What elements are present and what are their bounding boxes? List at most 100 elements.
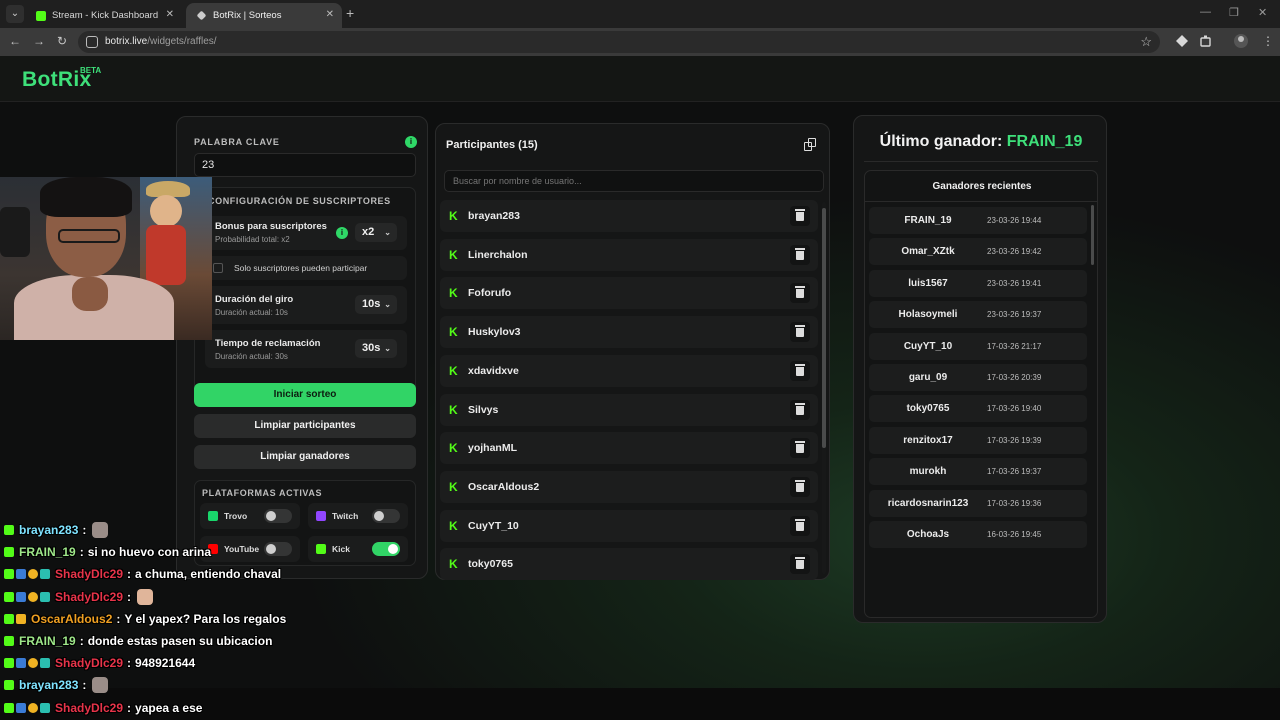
close-tab-icon[interactable]: ✕: [166, 9, 174, 20]
tab-search-button[interactable]: ⌄: [6, 5, 24, 23]
chat-username[interactable]: FRAIN_19: [19, 634, 76, 648]
participant-scrollbar[interactable]: [822, 202, 826, 574]
clear-participants-button[interactable]: Limpiar participantes: [194, 414, 416, 438]
new-tab-icon[interactable]: +: [346, 6, 354, 20]
chat-username[interactable]: ShadyDlc29: [55, 656, 123, 670]
spin-duration-select[interactable]: 10s ⌄: [355, 295, 397, 314]
chat-message: FRAIN_19: si no huevo con arina: [4, 542, 211, 562]
close-tab-icon[interactable]: ✕: [326, 9, 334, 20]
delete-participant-button[interactable]: [790, 515, 810, 536]
winner-date: 23-03-26 19:42: [987, 247, 1042, 257]
bonus-multiplier-select[interactable]: x2 ⌄: [355, 223, 397, 242]
bookmark-star-icon[interactable]: ☆: [1140, 34, 1152, 50]
participant-search-input[interactable]: [444, 170, 824, 192]
winner-date: 17-03-26 19:39: [987, 435, 1042, 445]
youtube-toggle[interactable]: [264, 542, 292, 556]
delete-participant-button[interactable]: [790, 399, 810, 420]
chat-separator: :: [116, 611, 121, 626]
delete-participant-button[interactable]: [790, 476, 810, 497]
chat-username[interactable]: ShadyDlc29: [55, 701, 123, 715]
winner-name: CuyYT_10: [903, 340, 953, 352]
close-window-icon[interactable]: ✕: [1258, 6, 1267, 19]
sub-badge-icon: [28, 702, 38, 713]
twitch-toggle[interactable]: [372, 509, 400, 523]
delete-participant-button[interactable]: [790, 322, 810, 343]
site-info-icon[interactable]: [86, 36, 98, 48]
chevron-down-icon: ⌄: [384, 228, 391, 237]
clear-winners-button[interactable]: Limpiar ganadores: [194, 445, 416, 469]
kick-icon: K: [449, 363, 458, 378]
start-raffle-button[interactable]: Iniciar sorteo: [194, 383, 416, 407]
bonus-multiplier-value: x2: [362, 226, 375, 238]
tab-botrix-sorteos[interactable]: BotRix | Sorteos ✕: [186, 3, 342, 28]
divider: [865, 201, 1097, 202]
winner-date: 17-03-26 20:39: [987, 373, 1042, 382]
bonus-info-icon[interactable]: i: [336, 227, 348, 239]
chat-username[interactable]: OscarAldous2: [31, 612, 112, 626]
streamer-hand-shape: [72, 277, 108, 311]
participant-name: yojhanML: [468, 442, 517, 455]
delete-participant-button[interactable]: [790, 244, 810, 265]
chat-separator: :: [79, 545, 84, 560]
scrollbar-thumb[interactable]: [822, 208, 826, 448]
participant-row: K Foforufo: [440, 277, 818, 310]
spin-duration-subtitle: Duración actual: 10s: [215, 308, 288, 317]
twitch-icon: [316, 511, 326, 521]
winner-name: ricardosnarin123: [887, 497, 969, 509]
chat-username[interactable]: FRAIN_19: [19, 545, 76, 559]
winner-row: toky0765 17-03-26 19:40: [869, 395, 1087, 423]
delete-participant-button[interactable]: [790, 206, 810, 226]
delete-participant-button[interactable]: [790, 360, 810, 381]
trovo-toggle[interactable]: [264, 509, 292, 523]
minimize-icon[interactable]: —: [1200, 6, 1211, 18]
participant-row: Ktoky0765: [440, 548, 818, 581]
kick-icon: K: [449, 441, 458, 456]
participant-list: Kbrayan283 K Linerchalon K Foforufo K Huskylov…: [440, 200, 820, 581]
participant-name: OscarAldous2: [468, 480, 540, 493]
subs-only-checkbox[interactable]: [213, 263, 223, 273]
delete-participant-button[interactable]: [790, 283, 810, 304]
winner-name: Omar_XZtk: [901, 246, 955, 258]
chat-username[interactable]: ShadyDlc29: [55, 567, 123, 581]
maximize-icon[interactable]: ❐: [1229, 6, 1239, 19]
chevron-down-icon: ⌄: [384, 344, 391, 353]
platform-youtube: YouTube: [200, 536, 300, 562]
kick-toggle[interactable]: [372, 542, 400, 556]
chat-separator: :: [127, 589, 132, 604]
claim-time-select[interactable]: 30s ⌄: [355, 339, 397, 358]
delete-participant-button[interactable]: [790, 438, 810, 459]
back-icon[interactable]: ←: [9, 34, 21, 48]
keyword-input[interactable]: 23: [194, 153, 416, 177]
last-winner-label: Último ganador:: [879, 133, 1003, 150]
participant-row: K Linerchalon: [440, 238, 818, 271]
subscriber-config-title: CONFIGURACIÓN DE SUSCRIPTORES: [208, 196, 391, 206]
address-bar[interactable]: botrix.live/widgets/raffles/ ☆: [78, 31, 1160, 53]
keyword-info-icon[interactable]: i: [405, 136, 417, 148]
winner-date: 17-03-26 19:40: [987, 404, 1042, 414]
participant-name: Silvys: [468, 403, 499, 416]
extension-diamond-icon[interactable]: [1176, 35, 1188, 47]
chat-text: Y el yapex? Para los regalos: [124, 611, 287, 626]
forward-icon[interactable]: →: [33, 34, 45, 48]
browser-menu-icon[interactable]: ⋮: [1262, 34, 1274, 48]
chat-text: a chuma, entiendo chaval: [135, 567, 282, 582]
reload-icon[interactable]: ↻: [57, 34, 67, 48]
winner-row: Omar_XZtk 23-03-26 19:42: [869, 238, 1087, 266]
chat-username[interactable]: brayan283: [19, 678, 78, 692]
participant-row: K CuyYT_10: [440, 509, 818, 542]
chat-username[interactable]: brayan283: [19, 523, 78, 537]
winner-date: 17-03-26 21:17: [987, 341, 1042, 351]
winner-date: 17-03-26 19:36: [987, 498, 1042, 508]
extensions-puzzle-icon[interactable]: [1200, 35, 1212, 47]
subs-only-row[interactable]: Solo suscriptores pueden participar: [205, 256, 407, 280]
copy-icon[interactable]: [801, 136, 819, 154]
tab-kick-dashboard[interactable]: Stream - Kick Dashboard ✕: [26, 3, 182, 28]
recent-winners-scrollbar[interactable]: [1091, 205, 1094, 265]
delete-participant-button[interactable]: [790, 554, 810, 575]
profile-avatar-icon[interactable]: [1234, 34, 1248, 48]
chat-username[interactable]: ShadyDlc29: [55, 590, 123, 604]
kick-badge-icon: [4, 591, 14, 602]
crown-badge-icon: [16, 613, 26, 624]
spin-duration-title: Duración del giro: [215, 294, 294, 305]
winner-name: luis1567: [908, 277, 948, 289]
